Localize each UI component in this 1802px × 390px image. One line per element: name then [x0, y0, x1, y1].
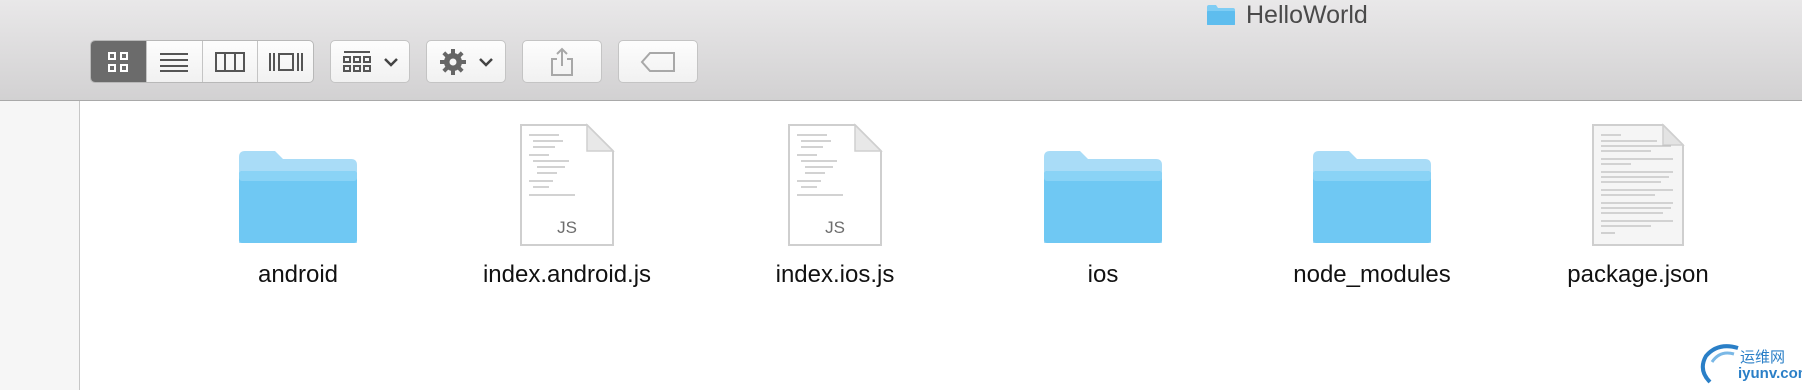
file-item-index-android-js[interactable]: JS index.android.js — [437, 101, 697, 301]
window-title-text: HelloWorld — [1246, 0, 1368, 29]
arrange-grid-icon — [343, 50, 371, 72]
folder-icon — [1044, 151, 1162, 243]
gear-icon — [440, 48, 466, 75]
file-name: index.ios.js — [775, 261, 895, 288]
columns-icon — [214, 51, 245, 72]
arrange-button[interactable] — [330, 40, 410, 83]
file-item-ios[interactable]: ios — [973, 101, 1233, 301]
share-icon — [551, 47, 573, 76]
chevron-down-icon — [479, 57, 493, 67]
list-icon — [160, 52, 189, 72]
file-name: ios — [1087, 261, 1119, 288]
file-type-badge: JS — [825, 218, 845, 237]
watermark-cn: 运维网 — [1740, 348, 1786, 366]
file-grid: android JS index.android.js JS index.ios… — [80, 101, 1802, 390]
file-name: node_modules — [1293, 261, 1451, 288]
cover-flow-icon — [268, 52, 303, 71]
tag-icon — [640, 51, 675, 72]
tag-button[interactable] — [618, 40, 698, 83]
file-item-package-json[interactable]: package.json — [1508, 101, 1768, 301]
cover-flow-view-button[interactable] — [258, 41, 313, 82]
chevron-down-icon — [384, 57, 398, 67]
file-name: package.json — [1567, 261, 1709, 288]
text-document-icon — [1592, 123, 1685, 246]
column-view-button[interactable] — [203, 41, 259, 82]
window-title: HelloWorld — [1206, 0, 1368, 30]
folder-icon — [1207, 5, 1235, 25]
folder-icon — [239, 151, 357, 243]
file-item-index-ios-js[interactable]: JS index.ios.js — [705, 101, 965, 301]
grid-icon — [108, 51, 129, 72]
action-button[interactable] — [426, 40, 506, 83]
toolbar: HelloWorld — [0, 0, 1802, 101]
list-view-button[interactable] — [147, 41, 203, 82]
watermark-en: iyunv.com — [1738, 365, 1802, 382]
file-name: android — [257, 261, 339, 288]
icon-view-button[interactable] — [91, 41, 147, 82]
watermark: 运维网 iyunv.com — [1698, 338, 1802, 390]
file-name: index.android.js — [482, 261, 652, 288]
sidebar — [0, 101, 80, 390]
file-item-node-modules[interactable]: node_modules — [1242, 101, 1502, 301]
view-mode-segmented-control[interactable] — [90, 40, 314, 83]
file-item-android[interactable]: android — [168, 101, 428, 301]
folder-icon — [1313, 151, 1431, 243]
share-button[interactable] — [522, 40, 602, 83]
file-type-badge: JS — [557, 218, 577, 237]
